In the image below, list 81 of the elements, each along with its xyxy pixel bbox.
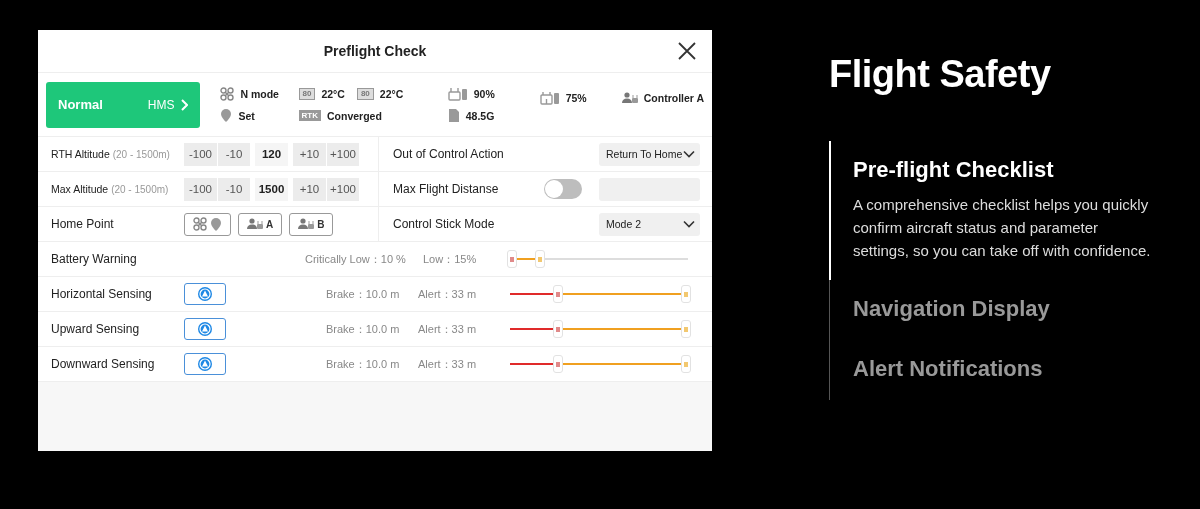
step-button[interactable]: +100 [326,142,359,166]
sensing-button[interactable] [184,353,226,375]
slider-thumb[interactable] [681,355,691,373]
setting-label: Home Point [51,217,115,231]
obstacle-sensing-icon [197,321,213,337]
slider-thumb[interactable] [535,250,546,268]
storage-card-icon [447,108,460,123]
temperature: 22°C [379,87,404,100]
dropdown[interactable]: Mode 2 [599,212,700,236]
home-controller-button[interactable]: B [289,212,334,236]
home-controller-button[interactable]: A [238,212,283,236]
setting-label: Out of Control Action [393,147,505,161]
setting-label: Max Flight Distanse [393,182,500,196]
alert-distance: Alert：33 m [418,321,478,337]
slider-thumb[interactable] [681,320,691,338]
setting-label: Max Altitude (20 - 1500m) [51,183,170,195]
step-button[interactable]: +10 [293,177,326,201]
step-button[interactable]: +10 [293,142,326,166]
rtk-badge: RTK [298,110,321,121]
alert-distance: Alert：33 m [418,356,478,372]
setting-label: Horizontal Sensing [51,287,153,301]
slider-thumb[interactable] [552,285,563,303]
rtk-status: Converged [327,109,382,122]
low-threshold: Low：15% [423,251,478,267]
setting-label: Control Stick Mode [393,217,496,231]
slider-thumb[interactable] [552,355,563,373]
battery-percent: 90% [473,87,495,100]
controller-icon [247,218,263,230]
controller-icon [621,91,638,104]
chevron-down-icon [683,150,695,158]
obstacle-sensing-icon [197,286,213,302]
obstacle-sensing-icon [197,356,213,372]
home-point-status: Set [238,109,255,122]
brake-distance: Brake：10.0 m [326,286,401,302]
value-field[interactable]: 1500 [255,177,288,201]
dialog-title: Preflight Check [323,43,427,59]
section-tab[interactable]: Pre-flight Checklist A comprehensive checklist helps you quickly confirm aircraft status and parameter settings, so you can take off with confidence. [829,141,1175,280]
setting-label: Battery Warning [51,252,138,266]
chevron-down-icon [683,220,695,228]
setting-label: Downward Sensing [51,357,156,371]
sensing-button[interactable] [184,283,226,305]
hms-label: HMS [147,97,175,112]
chevron-right-icon [180,98,189,111]
aircraft-battery-icon [539,90,560,105]
battery-icon: 80 [356,87,374,100]
home-point-icon [220,108,233,123]
step-button[interactable]: -10 [217,142,250,166]
storage-space: 48.5G [465,109,495,122]
setting-label: Upward Sensing [51,322,141,336]
home-aircraft-button[interactable] [184,212,231,236]
page-title: Flight Safety [829,53,1052,96]
dropdown[interactable]: Return To Home [599,142,700,166]
slider-thumb[interactable] [506,250,517,268]
battery-percent: 75% [565,91,587,104]
sensing-button[interactable] [184,318,226,340]
remote-battery-icon [447,86,468,101]
controller-name: Controller A [643,91,704,104]
brake-distance: Brake：10.0 m [326,321,401,337]
pin-icon [210,216,222,232]
critical-threshold: Critically Low：10 % [305,251,407,267]
slider-thumb[interactable] [552,320,563,338]
setting-label: RTH Altitude (20 - 1500m) [51,148,171,160]
step-button[interactable]: -100 [184,177,217,201]
alert-distance: Alert：33 m [418,286,478,302]
drone-icon [193,217,207,231]
controller-icon [298,218,315,230]
section-tab[interactable]: Alert Notifications [829,340,1175,400]
flight-status: Normal [58,97,103,112]
toggle-switch[interactable] [544,179,582,199]
section-tab[interactable]: Navigation Display [829,280,1175,340]
value-field[interactable]: 120 [255,142,288,166]
flight-mode: N mode [240,87,279,100]
slider-thumb[interactable] [681,285,691,303]
step-button[interactable]: -100 [184,142,217,166]
temperature: 22°C [321,87,345,100]
brake-distance: Brake：10.0 m [326,356,401,372]
close-button[interactable] [678,42,696,60]
drone-icon [220,86,235,101]
step-button[interactable]: +100 [326,177,359,201]
battery-icon: 80 [298,87,316,100]
step-button[interactable]: -10 [217,177,250,201]
